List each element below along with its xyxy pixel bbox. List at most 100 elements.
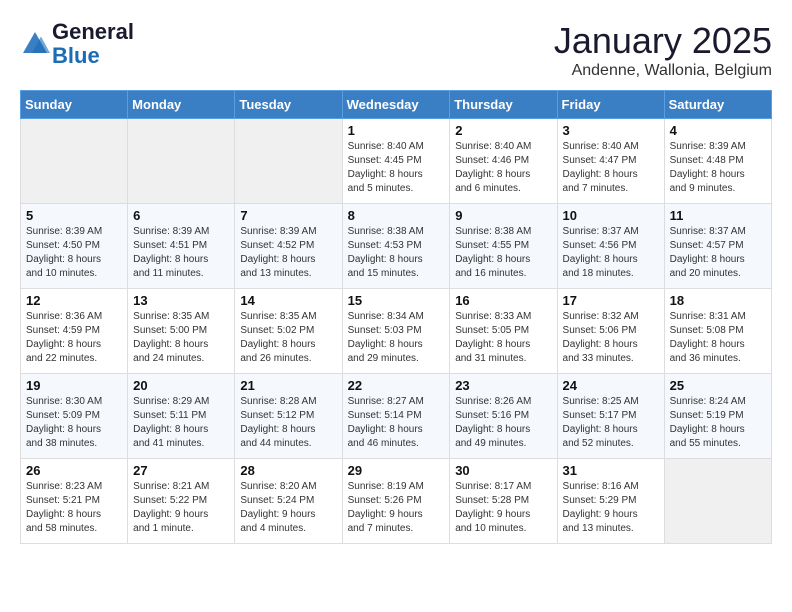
calendar-cell [664,459,771,544]
calendar-cell: 3Sunrise: 8:40 AM Sunset: 4:47 PM Daylig… [557,119,664,204]
day-number: 19 [26,378,122,393]
day-info: Sunrise: 8:29 AM Sunset: 5:11 PM Dayligh… [133,395,229,451]
calendar-week-row: 5 Sunrise: 8:39 AM Sunset: 4:50 PM Daylig… [21,204,772,289]
day-info: Sunrise: 8:34 AM Sunset: 5:03 PM Dayligh… [348,310,445,366]
day-info: Sunrise: 8:38 AM Sunset: 4:55 PM Dayligh… [455,225,551,281]
day-number: 22 [348,378,445,393]
day-number: 2 [455,123,551,138]
logo-icon [20,29,50,59]
day-number: 21 [240,378,336,393]
day-info: Sunrise: 8:25 AM Sunset: 5:17 PM Dayligh… [563,395,659,451]
calendar-cell [21,119,128,204]
calendar-cell: 1 Sunrise: 8:40 AM Sunset: 4:45 PM Daylig… [342,119,450,204]
day-number: 31 [563,463,659,478]
calendar-cell: 30 Sunrise: 8:17 AM Sunset: 5:28 PM Dayli… [450,459,557,544]
calendar-cell: 9Sunrise: 8:38 AM Sunset: 4:55 PM Daylig… [450,204,557,289]
calendar-cell: 13 Sunrise: 8:35 AM Sunset: 5:00 PM Dayli… [128,289,235,374]
day-number: 12 [26,293,122,308]
calendar-cell: 22Sunrise: 8:27 AM Sunset: 5:14 PM Dayli… [342,374,450,459]
day-info: Sunrise: 8:39 AM Sunset: 4:51 PM Dayligh… [133,225,229,281]
day-number: 30 [455,463,551,478]
calendar-week-row: 26 Sunrise: 8:23 AM Sunset: 5:21 PM Dayli… [21,459,772,544]
title-area: January 2025 Andenne, Wallonia, Belgium [554,20,772,80]
day-number: 8 [348,208,445,223]
calendar-cell: 12 Sunrise: 8:36 AM Sunset: 4:59 PM Dayli… [21,289,128,374]
day-info: Sunrise: 8:40 AM Sunset: 4:45 PM Dayligh… [348,140,445,196]
day-number: 17 [563,293,659,308]
calendar-week-row: 1 Sunrise: 8:40 AM Sunset: 4:45 PM Daylig… [21,119,772,204]
page-header: GeneralBlue January 2025 Andenne, Wallon… [20,20,772,80]
day-info: Sunrise: 8:23 AM Sunset: 5:21 PM Dayligh… [26,480,122,536]
day-header-tuesday: Tuesday [235,91,342,119]
day-number: 28 [240,463,336,478]
day-info: Sunrise: 8:30 AM Sunset: 5:09 PM Dayligh… [26,395,122,451]
day-info: Sunrise: 8:28 AM Sunset: 5:12 PM Dayligh… [240,395,336,451]
location: Andenne, Wallonia, Belgium [554,62,772,80]
day-info: Sunrise: 8:35 AM Sunset: 5:00 PM Dayligh… [133,310,229,366]
day-number: 26 [26,463,122,478]
day-info: Sunrise: 8:33 AM Sunset: 5:05 PM Dayligh… [455,310,551,366]
day-info: Sunrise: 8:39 AM Sunset: 4:50 PM Dayligh… [26,225,122,281]
day-number: 13 [133,293,229,308]
day-info: Sunrise: 8:36 AM Sunset: 4:59 PM Dayligh… [26,310,122,366]
day-number: 27 [133,463,229,478]
calendar-week-row: 12 Sunrise: 8:36 AM Sunset: 4:59 PM Dayli… [21,289,772,374]
day-number: 29 [348,463,445,478]
day-info: Sunrise: 8:37 AM Sunset: 4:56 PM Dayligh… [563,225,659,281]
calendar-week-row: 19 Sunrise: 8:30 AM Sunset: 5:09 PM Dayli… [21,374,772,459]
calendar-cell: 11Sunrise: 8:37 AM Sunset: 4:57 PM Dayli… [664,204,771,289]
day-info: Sunrise: 8:16 AM Sunset: 5:29 PM Dayligh… [563,480,659,536]
day-number: 1 [348,123,445,138]
calendar-cell: 16 Sunrise: 8:33 AM Sunset: 5:05 PM Dayli… [450,289,557,374]
day-info: Sunrise: 8:40 AM Sunset: 4:47 PM Dayligh… [563,140,659,196]
calendar-cell: 27 Sunrise: 8:21 AM Sunset: 5:22 PM Dayli… [128,459,235,544]
calendar-cell: 15 Sunrise: 8:34 AM Sunset: 5:03 PM Dayli… [342,289,450,374]
month-title: January 2025 [554,20,772,62]
day-info: Sunrise: 8:40 AM Sunset: 4:46 PM Dayligh… [455,140,551,196]
day-info: Sunrise: 8:39 AM Sunset: 4:52 PM Dayligh… [240,225,336,281]
day-info: Sunrise: 8:20 AM Sunset: 5:24 PM Dayligh… [240,480,336,536]
day-header-wednesday: Wednesday [342,91,450,119]
calendar-cell: 7 Sunrise: 8:39 AM Sunset: 4:52 PM Daylig… [235,204,342,289]
day-number: 6 [133,208,229,223]
calendar-cell [128,119,235,204]
day-info: Sunrise: 8:39 AM Sunset: 4:48 PM Dayligh… [670,140,766,196]
day-info: Sunrise: 8:37 AM Sunset: 4:57 PM Dayligh… [670,225,766,281]
calendar-cell: 10Sunrise: 8:37 AM Sunset: 4:56 PM Dayli… [557,204,664,289]
day-number: 23 [455,378,551,393]
calendar-cell: 5 Sunrise: 8:39 AM Sunset: 4:50 PM Daylig… [21,204,128,289]
calendar-cell: 21 Sunrise: 8:28 AM Sunset: 5:12 PM Dayli… [235,374,342,459]
calendar-cell: 6 Sunrise: 8:39 AM Sunset: 4:51 PM Daylig… [128,204,235,289]
calendar-cell: 28 Sunrise: 8:20 AM Sunset: 5:24 PM Dayli… [235,459,342,544]
calendar-cell: 17 Sunrise: 8:32 AM Sunset: 5:06 PM Dayli… [557,289,664,374]
day-number: 5 [26,208,122,223]
calendar-cell: 20 Sunrise: 8:29 AM Sunset: 5:11 PM Dayli… [128,374,235,459]
day-info: Sunrise: 8:19 AM Sunset: 5:26 PM Dayligh… [348,480,445,536]
day-info: Sunrise: 8:21 AM Sunset: 5:22 PM Dayligh… [133,480,229,536]
day-header-monday: Monday [128,91,235,119]
calendar-cell [235,119,342,204]
day-number: 24 [563,378,659,393]
day-number: 20 [133,378,229,393]
day-number: 16 [455,293,551,308]
day-number: 25 [670,378,766,393]
calendar-cell: 14Sunrise: 8:35 AM Sunset: 5:02 PM Dayli… [235,289,342,374]
day-info: Sunrise: 8:31 AM Sunset: 5:08 PM Dayligh… [670,310,766,366]
day-info: Sunrise: 8:32 AM Sunset: 5:06 PM Dayligh… [563,310,659,366]
calendar-cell: 8 Sunrise: 8:38 AM Sunset: 4:53 PM Daylig… [342,204,450,289]
day-number: 14 [240,293,336,308]
calendar-cell: 2 Sunrise: 8:40 AM Sunset: 4:46 PM Daylig… [450,119,557,204]
day-number: 15 [348,293,445,308]
logo: GeneralBlue [20,20,134,68]
day-number: 4 [670,123,766,138]
day-info: Sunrise: 8:38 AM Sunset: 4:53 PM Dayligh… [348,225,445,281]
day-header-sunday: Sunday [21,91,128,119]
calendar-cell: 26 Sunrise: 8:23 AM Sunset: 5:21 PM Dayli… [21,459,128,544]
calendar-cell: 29 Sunrise: 8:19 AM Sunset: 5:26 PM Dayli… [342,459,450,544]
day-header-saturday: Saturday [664,91,771,119]
day-info: Sunrise: 8:24 AM Sunset: 5:19 PM Dayligh… [670,395,766,451]
calendar-cell: 31 Sunrise: 8:16 AM Sunset: 5:29 PM Dayli… [557,459,664,544]
day-number: 7 [240,208,336,223]
logo-text: GeneralBlue [52,20,134,68]
day-info: Sunrise: 8:17 AM Sunset: 5:28 PM Dayligh… [455,480,551,536]
